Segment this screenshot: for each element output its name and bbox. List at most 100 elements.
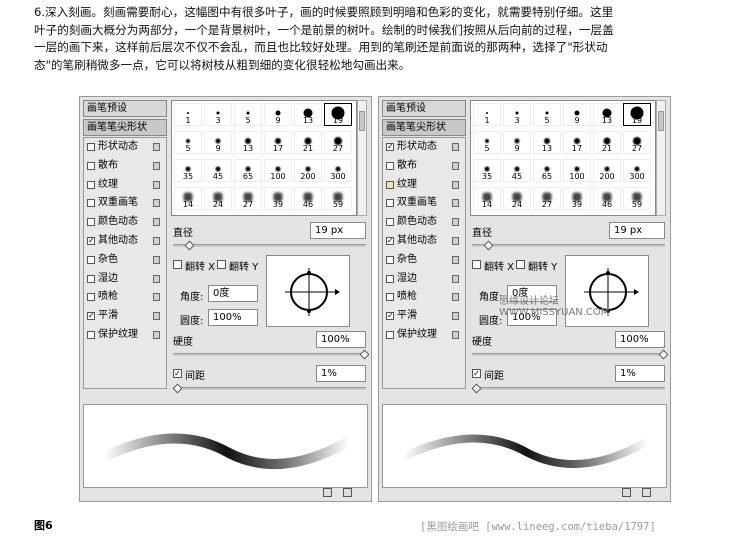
tab-brush-presets[interactable]: 画笔预设 [83, 100, 167, 117]
brush-tip-cell[interactable]: 5 [473, 131, 501, 154]
brush-tip-cell[interactable]: 1 [473, 103, 501, 126]
lock-icon[interactable] [153, 236, 160, 245]
brush-tip-cell[interactable]: 65 [234, 159, 262, 182]
lock-icon[interactable] [452, 330, 459, 339]
option-checkbox[interactable] [87, 199, 95, 208]
lock-icon[interactable] [452, 236, 459, 245]
brush-option-item[interactable]: 保护纹理 [84, 326, 166, 345]
option-checkbox[interactable] [386, 218, 394, 227]
brush-tip-cell[interactable]: 9 [204, 131, 232, 154]
brush-option-item[interactable]: 杂色 [84, 251, 166, 270]
trash-icon[interactable] [343, 488, 352, 497]
option-checkbox[interactable] [87, 143, 95, 151]
option-checkbox[interactable] [386, 180, 394, 189]
diameter-input[interactable]: 19 px [609, 222, 665, 239]
option-checkbox[interactable] [386, 330, 394, 339]
brush-option-item[interactable]: 喷枪 [383, 288, 465, 307]
brush-tip-cell[interactable]: 65 [533, 159, 561, 182]
hardness-slider[interactable] [472, 353, 665, 356]
brush-option-item[interactable]: 保护纹理 [383, 326, 465, 345]
brush-tip-cell[interactable]: 19 [324, 103, 352, 126]
lock-icon[interactable] [153, 330, 160, 339]
brush-tip-cell[interactable]: 13 [593, 103, 621, 126]
tab-brush-tip-shape[interactable]: 画笔笔尖形状 [382, 119, 466, 136]
diameter-slider-handle[interactable] [483, 240, 494, 251]
scrollbar-thumb[interactable] [359, 111, 365, 131]
lock-icon[interactable] [153, 255, 160, 264]
hardness-input[interactable]: 100% [316, 331, 366, 348]
brush-tip-cell[interactable]: 9 [264, 103, 292, 126]
brush-option-item[interactable]: 湿边 [84, 270, 166, 289]
brush-option-item[interactable]: ✓ 其他动态 [84, 232, 166, 251]
brush-tip-cell[interactable]: 21 [294, 131, 322, 154]
spacing-slider-handle[interactable] [471, 383, 482, 394]
scrollbar-thumb[interactable] [658, 111, 664, 131]
brush-tip-cell[interactable]: 17 [563, 131, 591, 154]
brush-option-item[interactable]: 双重画笔 [84, 194, 166, 213]
brush-tip-cell[interactable]: 45 [503, 159, 531, 182]
brush-tip-cell[interactable]: 59 [623, 187, 651, 210]
spacing-checkbox[interactable]: ✓ [173, 369, 182, 378]
trash-icon[interactable] [642, 488, 651, 497]
flip-x-checkbox[interactable] [472, 260, 481, 269]
spacing-slider-handle[interactable] [172, 383, 183, 394]
option-checkbox[interactable]: ✓ [87, 236, 95, 245]
option-checkbox[interactable] [386, 274, 394, 283]
tab-brush-presets[interactable]: 画笔预设 [382, 100, 466, 117]
brush-tip-cell[interactable]: 9 [563, 103, 591, 126]
brush-tip-cell[interactable]: 39 [264, 187, 292, 210]
option-checkbox[interactable] [87, 180, 95, 189]
option-checkbox[interactable] [87, 161, 95, 170]
brush-tip-cell[interactable]: 200 [294, 159, 322, 182]
lock-icon[interactable] [153, 199, 160, 208]
brush-option-item[interactable]: 散布 [383, 157, 465, 176]
brush-tip-cell[interactable]: 46 [294, 187, 322, 210]
brush-option-item[interactable]: 湿边 [383, 270, 465, 289]
new-brush-icon[interactable] [622, 488, 631, 497]
brush-tip-cell[interactable]: 3 [503, 103, 531, 126]
option-checkbox[interactable]: ✓ [386, 143, 394, 151]
lock-icon[interactable] [452, 255, 459, 264]
lock-icon[interactable] [452, 199, 459, 208]
brush-option-item[interactable]: 形状动态 [84, 138, 166, 157]
brush-tip-cell[interactable]: 27 [533, 187, 561, 210]
lock-icon[interactable] [452, 180, 459, 189]
lock-icon[interactable] [452, 312, 459, 321]
brush-tip-cell[interactable]: 200 [593, 159, 621, 182]
spacing-slider[interactable] [173, 387, 366, 390]
brush-tip-cell[interactable]: 1 [174, 103, 202, 126]
option-checkbox[interactable]: ✓ [87, 312, 95, 321]
brush-tip-cell[interactable]: 39 [563, 187, 591, 210]
lock-icon[interactable] [153, 180, 160, 189]
brush-tip-cell[interactable]: 13 [533, 131, 561, 154]
grid-scrollbar[interactable] [656, 100, 666, 216]
brush-option-item[interactable]: 杂色 [383, 251, 465, 270]
spacing-slider[interactable] [472, 387, 665, 390]
option-checkbox[interactable] [87, 218, 95, 227]
brush-option-item[interactable]: ✓ 其他动态 [383, 232, 465, 251]
brush-tip-cell[interactable]: 14 [473, 187, 501, 210]
hardness-input[interactable]: 100% [615, 331, 665, 348]
brush-option-item[interactable]: 纹理 [84, 176, 166, 195]
option-checkbox[interactable]: ✓ [386, 236, 394, 245]
lock-icon[interactable] [452, 143, 459, 151]
brush-tip-cell[interactable]: 5 [174, 131, 202, 154]
brush-tip-cell[interactable]: 46 [593, 187, 621, 210]
brush-option-item[interactable]: 颜色动态 [84, 213, 166, 232]
spacing-input[interactable]: 1% [316, 365, 366, 382]
brush-tip-cell[interactable]: 13 [234, 131, 262, 154]
brush-tip-cell[interactable]: 5 [234, 103, 262, 126]
brush-option-item[interactable]: 双重画笔 [383, 194, 465, 213]
brush-tip-cell[interactable]: 27 [623, 131, 651, 154]
flip-y-checkbox[interactable] [217, 260, 226, 269]
brush-tip-cell[interactable]: 13 [294, 103, 322, 126]
lock-icon[interactable] [153, 218, 160, 227]
brush-tip-cell[interactable]: 5 [533, 103, 561, 126]
brush-tip-cell[interactable]: 45 [204, 159, 232, 182]
brush-tip-cell[interactable]: 14 [174, 187, 202, 210]
hardness-slider-handle[interactable] [359, 349, 370, 360]
brush-tip-cell[interactable]: 35 [473, 159, 501, 182]
hardness-slider-handle[interactable] [658, 349, 669, 360]
grid-scrollbar[interactable] [357, 100, 367, 216]
brush-tip-cell[interactable]: 100 [264, 159, 292, 182]
